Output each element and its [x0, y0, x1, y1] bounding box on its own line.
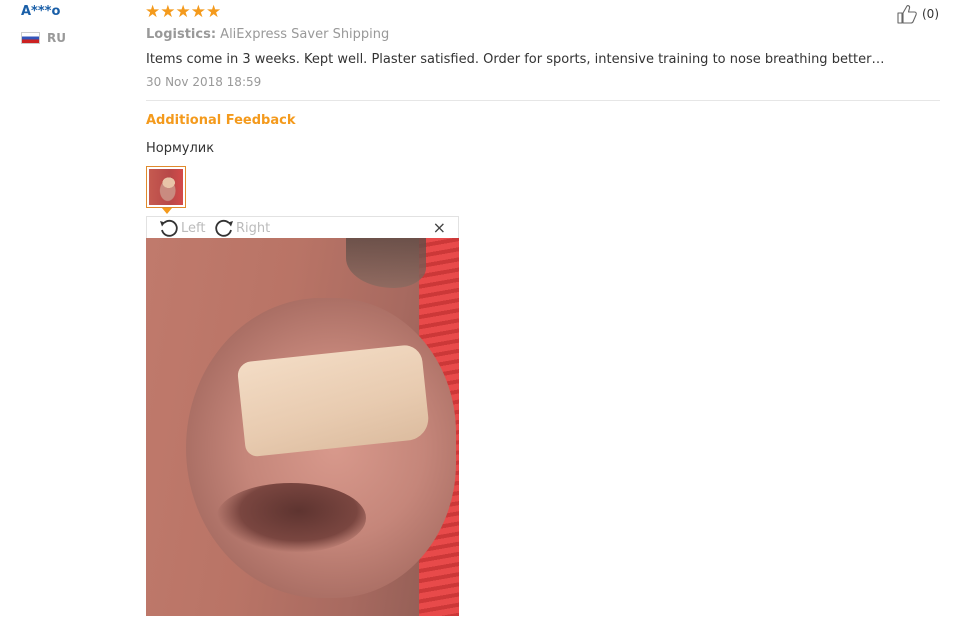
country-code: RU — [47, 31, 66, 45]
thumbs-up-icon — [897, 5, 917, 24]
review-text: Items come in 3 weeks. Kept well. Plaste… — [146, 52, 885, 67]
photo-nasal-strip — [236, 343, 431, 458]
helpful-count: (0) — [922, 7, 939, 21]
divider — [146, 100, 940, 101]
rotate-right-button[interactable]: Right — [213, 218, 270, 238]
helpful-button[interactable]: (0) — [897, 4, 939, 24]
photo-shadow — [346, 238, 426, 288]
close-icon[interactable]: × — [433, 219, 446, 237]
thumbnail-image — [149, 169, 183, 205]
user-country: RU — [21, 31, 66, 45]
rotate-left-label: Left — [181, 220, 206, 236]
review-photo-large — [146, 238, 459, 616]
additional-feedback-text: Нормулик — [146, 141, 215, 156]
logistics-info: Logistics: AliExpress Saver Shipping — [146, 27, 389, 42]
russia-flag-icon — [21, 32, 40, 44]
star-icon: ★ — [190, 2, 206, 22]
rotate-left-icon — [160, 219, 178, 237]
star-icon: ★ — [145, 2, 161, 22]
rotate-right-icon — [215, 219, 233, 237]
review-photo-thumbnail[interactable] — [146, 166, 186, 208]
star-icon: ★ — [175, 2, 191, 22]
review-date: 30 Nov 2018 18:59 — [146, 75, 262, 89]
user-name[interactable]: A***o — [21, 4, 60, 19]
star-icon: ★ — [160, 2, 176, 22]
star-rating: ★ ★ ★ ★ ★ — [145, 3, 221, 21]
logistics-label: Logistics: — [146, 27, 217, 42]
photo-nostril — [216, 483, 366, 553]
star-icon: ★ — [206, 2, 222, 22]
additional-feedback-title: Additional Feedback — [146, 113, 296, 128]
thumbnail-active-arrow — [162, 208, 172, 214]
rotate-left-button[interactable]: Left — [158, 218, 205, 238]
rotate-right-label: Right — [236, 220, 271, 236]
image-viewer-toolbar: Left Right × — [146, 216, 459, 238]
logistics-value: AliExpress Saver Shipping — [220, 27, 390, 42]
